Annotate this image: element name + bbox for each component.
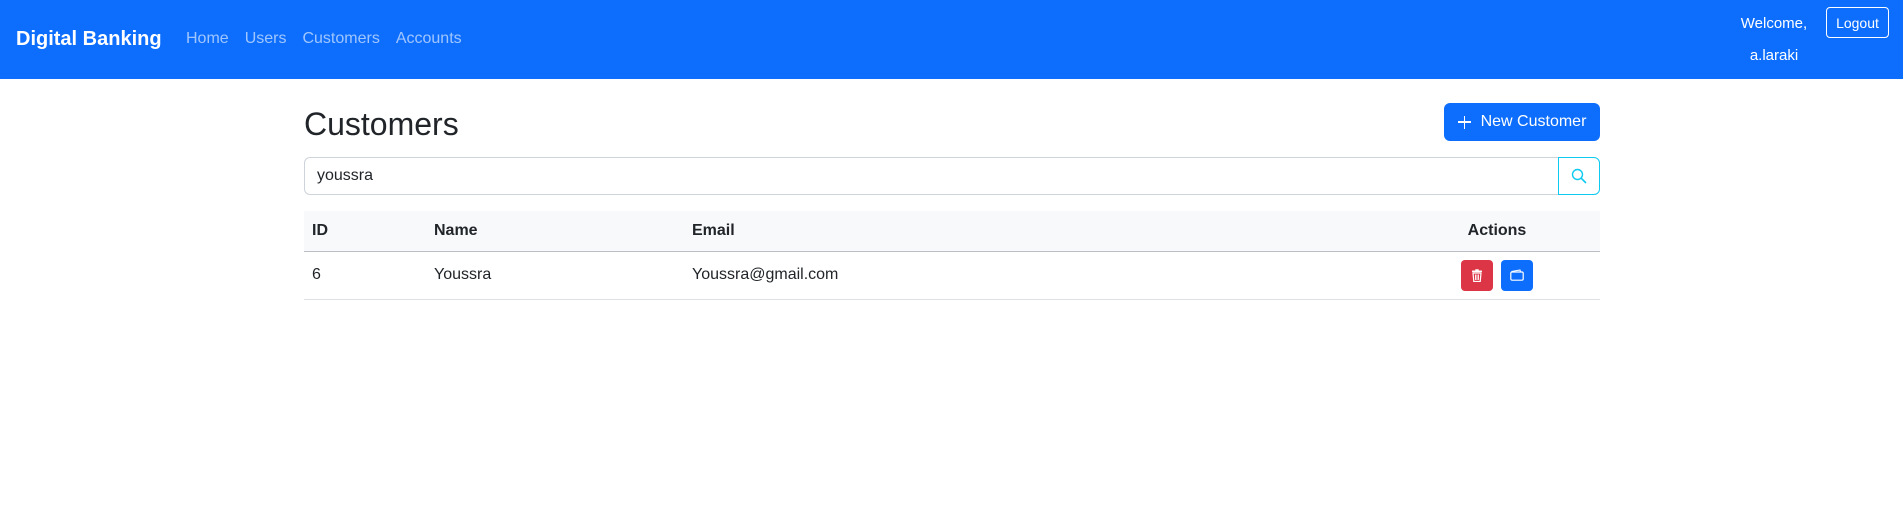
navbar: Digital Banking Home Users Customers Acc… bbox=[0, 0, 1903, 79]
column-header-id: ID bbox=[304, 211, 426, 252]
search-icon bbox=[1571, 168, 1587, 184]
cell-name: Youssra bbox=[426, 251, 684, 300]
search-input[interactable] bbox=[304, 157, 1559, 195]
new-customer-button[interactable]: New Customer bbox=[1444, 103, 1600, 141]
cell-id: 6 bbox=[304, 251, 426, 300]
column-header-name: Name bbox=[426, 211, 684, 252]
nav-link-customers[interactable]: Customers bbox=[302, 29, 379, 49]
customers-table: ID Name Email Actions 6 Youssra Youssra@… bbox=[304, 211, 1600, 300]
table-header-row: ID Name Email Actions bbox=[304, 211, 1600, 252]
plus-icon bbox=[1457, 115, 1471, 129]
cell-actions bbox=[1394, 251, 1600, 300]
new-customer-label: New Customer bbox=[1480, 113, 1587, 130]
wallet-icon bbox=[1510, 269, 1524, 281]
delete-customer-button[interactable] bbox=[1461, 259, 1493, 291]
logout-button[interactable]: Logout bbox=[1826, 7, 1889, 38]
table-row: 6 Youssra Youssra@gmail.com bbox=[304, 251, 1600, 300]
nav-link-users[interactable]: Users bbox=[245, 29, 287, 49]
customer-accounts-button[interactable] bbox=[1501, 259, 1533, 291]
trash-icon bbox=[1472, 268, 1482, 282]
column-header-actions: Actions bbox=[1394, 211, 1600, 252]
cell-email: Youssra@gmail.com bbox=[684, 251, 1394, 300]
row-actions bbox=[1461, 259, 1533, 291]
username-label: a.laraki bbox=[1749, 47, 1799, 64]
search-button[interactable] bbox=[1558, 157, 1600, 195]
nav-link-accounts[interactable]: Accounts bbox=[396, 29, 462, 49]
page-title: Customers bbox=[304, 106, 459, 142]
nav-link-home[interactable]: Home bbox=[186, 29, 229, 49]
nav-links: Home Users Customers Accounts bbox=[186, 29, 462, 49]
brand-link[interactable]: Digital Banking bbox=[16, 26, 162, 52]
column-header-email: Email bbox=[684, 211, 1394, 252]
welcome-label: Welcome, bbox=[1740, 15, 1808, 32]
welcome-text: Welcome, a.laraki bbox=[1728, 8, 1820, 72]
